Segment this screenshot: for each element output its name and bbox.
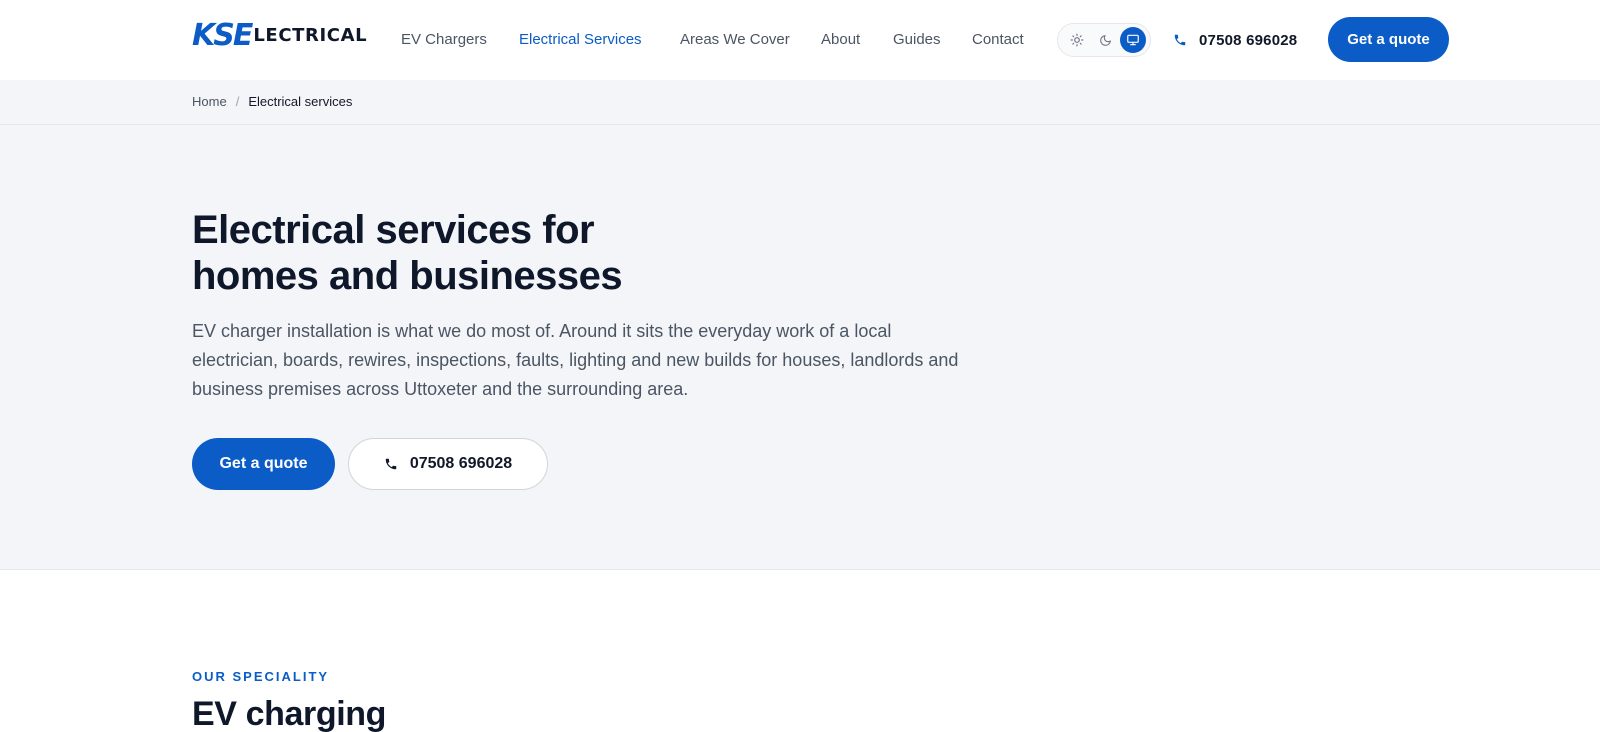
breadcrumb-separator: /	[235, 94, 240, 109]
section-eyebrow: OUR SPECIALITY	[192, 669, 330, 684]
page-title: Electrical services for homes and busine…	[192, 207, 712, 299]
monitor-icon	[1127, 34, 1139, 46]
theme-light-button[interactable]	[1064, 27, 1090, 53]
site-header: KSE LECTRICAL EV Chargers Electrical Ser…	[0, 0, 1600, 80]
hero-call-button[interactable]: 07508 696028	[348, 438, 548, 490]
breadcrumb: Home / Electrical services	[192, 94, 352, 110]
breadcrumb-current: Electrical services	[248, 94, 353, 109]
phone-icon	[385, 458, 397, 470]
logo-wordmark: LECTRICAL	[253, 25, 368, 46]
header-phone-link[interactable]: 07508 696028	[1173, 28, 1297, 52]
hero-section: Electrical services for homes and busine…	[0, 125, 1600, 570]
title-line-2: homes and businesses	[192, 254, 623, 298]
theme-toggle	[1057, 23, 1151, 57]
hero-get-quote-button[interactable]: Get a quote	[192, 438, 335, 490]
breadcrumb-home[interactable]: Home	[192, 94, 227, 110]
header-phone-number: 07508 696028	[1199, 31, 1298, 49]
title-line-1: Electrical services for	[192, 208, 595, 252]
nav-guides[interactable]: Guides	[893, 29, 941, 51]
theme-system-button[interactable]	[1120, 27, 1146, 53]
breadcrumb-bar: Home / Electrical services	[0, 80, 1600, 125]
site-logo[interactable]: KSE LECTRICAL	[192, 18, 368, 53]
hero-phone-number: 07508 696028	[409, 455, 513, 472]
section-title: EV charging	[192, 695, 386, 732]
header-get-quote-button[interactable]: Get a quote	[1328, 17, 1449, 62]
nav-electrical-services[interactable]: Electrical Services	[519, 29, 642, 51]
theme-dark-button[interactable]	[1092, 27, 1118, 53]
phone-icon	[1174, 34, 1186, 46]
nav-areas-we-cover[interactable]: Areas We Cover	[680, 29, 790, 51]
nav-about[interactable]: About	[821, 29, 860, 51]
hero-description: EV charger installation is what we do mo…	[192, 321, 959, 399]
nav-ev-chargers[interactable]: EV Chargers	[401, 29, 487, 51]
moon-icon	[1099, 34, 1111, 46]
logo-mark: KSE	[192, 18, 253, 53]
nav-contact[interactable]: Contact	[972, 29, 1024, 51]
sun-icon	[1070, 33, 1084, 47]
